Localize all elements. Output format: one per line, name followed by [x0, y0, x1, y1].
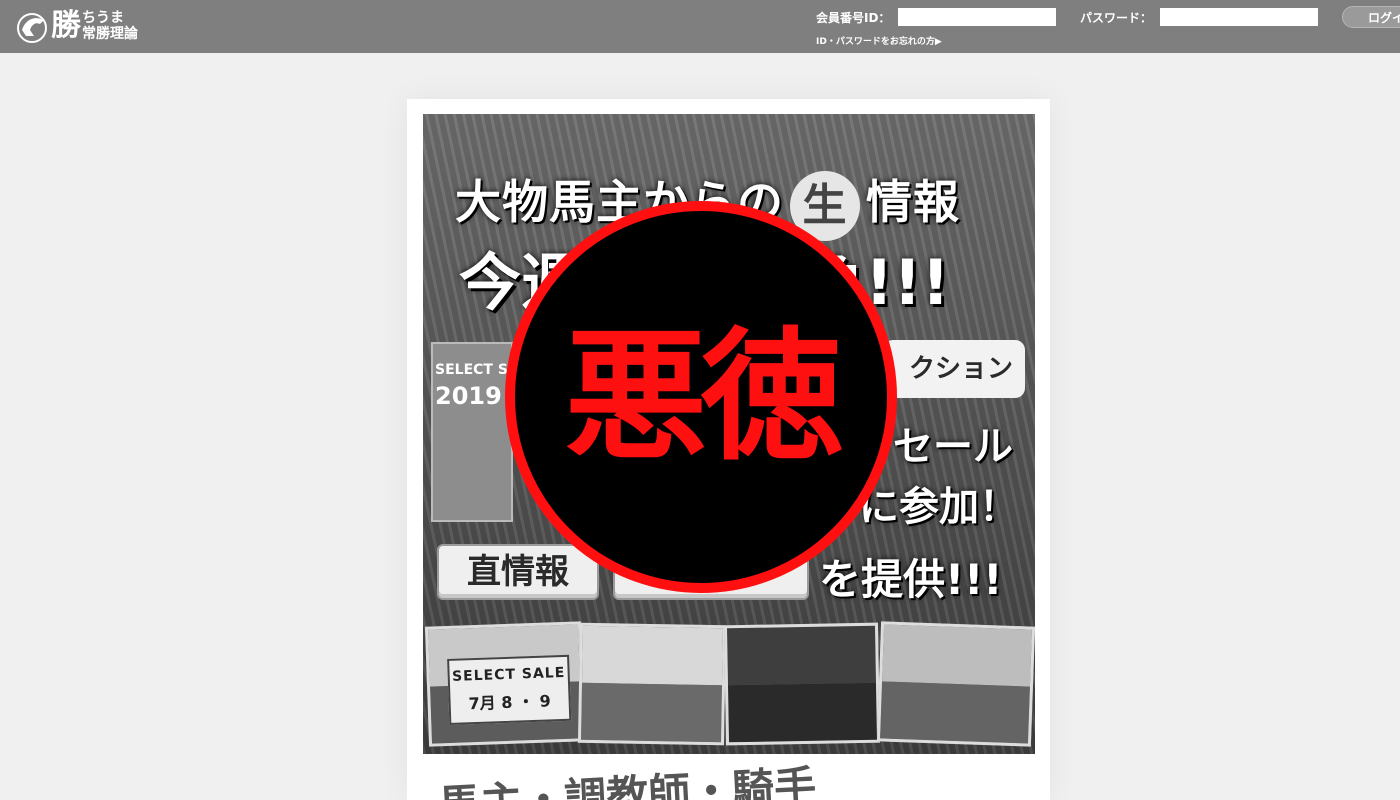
password-label: パスワード：: [1080, 11, 1153, 25]
banner-right-line-1: セール: [893, 424, 1013, 470]
photo-sky: [727, 625, 876, 686]
warning-seal: 悪徳: [505, 201, 897, 593]
banner-photo-left: SELECT SALE 2019: [431, 342, 513, 522]
logo-subtitle: ちうま 常勝理論: [82, 10, 138, 42]
forgot-credentials-link[interactable]: ID・パスワードをお忘れの方▶: [816, 34, 942, 47]
photo-sky: [882, 624, 1032, 687]
banner-photo-sale-sign: SELECT SALE 7月 8 ・ 9: [424, 621, 586, 747]
photo-ground: [581, 682, 722, 743]
member-id-input[interactable]: [898, 8, 1056, 26]
sale-sign-date: 7月 8 ・ 9: [468, 691, 552, 714]
banner-photo-horses: [577, 622, 727, 746]
photo-left-sign-text: SELECT SALE: [435, 362, 511, 378]
login-button[interactable]: ログイン: [1342, 6, 1400, 28]
logo-kanji: 勝: [51, 8, 81, 43]
password-input[interactable]: [1160, 8, 1318, 26]
member-id-label: 会員番号ID：: [816, 11, 891, 25]
logo-subtitle-line-2: 常勝理論: [82, 26, 138, 42]
sale-sign: SELECT SALE 7月 8 ・ 9: [447, 654, 572, 725]
photo-ground: [880, 681, 1030, 744]
site-logo[interactable]: 勝 ちうま 常勝理論: [14, 8, 138, 44]
banner-pill-label: クション: [883, 340, 1025, 398]
photo-left-sign-year: 2019: [435, 382, 502, 410]
banner-photo-auction-hall: [723, 622, 881, 746]
top-header-bar: 勝 ちうま 常勝理論 会員番号ID： パスワード： ID・パスワードをお忘れの方…: [0, 0, 1400, 53]
horse-logo-icon: [17, 13, 47, 43]
photo-ground: [728, 682, 877, 743]
logo-subtitle-line-1: ちうま: [82, 10, 124, 26]
banner-photo-crowd: [876, 621, 1035, 747]
warning-seal-text: 悪徳: [565, 314, 843, 480]
photo-sky: [582, 625, 723, 686]
sale-sign-title: SELECT SALE: [451, 664, 566, 685]
